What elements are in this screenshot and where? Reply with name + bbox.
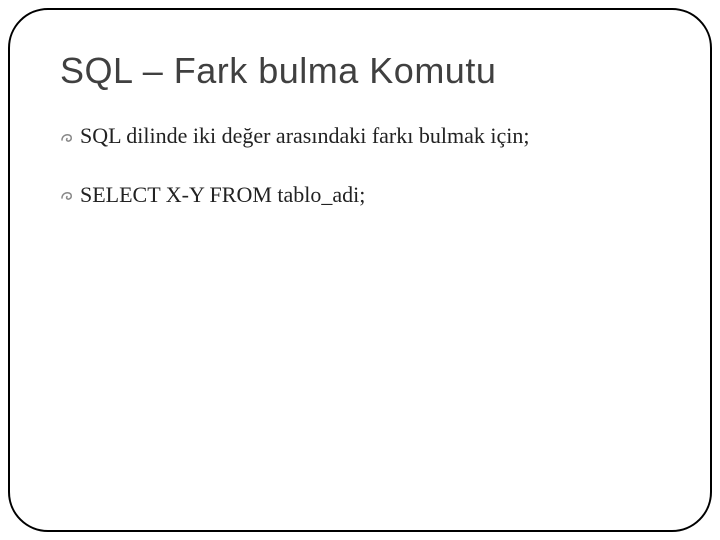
bullet-item: SELECT X-Y FROM tablo_adi; [60, 181, 660, 210]
bullet-text: SELECT X-Y FROM tablo_adi; [80, 181, 365, 210]
slide-title: SQL – Fark bulma Komutu [60, 50, 660, 92]
slide-frame: SQL – Fark bulma Komutu SQL dilinde iki … [8, 8, 712, 532]
bullet-item: SQL dilinde iki değer arasındaki farkı b… [60, 122, 660, 151]
bullet-icon [60, 185, 76, 208]
bullet-text: SQL dilinde iki değer arasındaki farkı b… [80, 122, 529, 151]
bullet-icon [60, 126, 76, 149]
